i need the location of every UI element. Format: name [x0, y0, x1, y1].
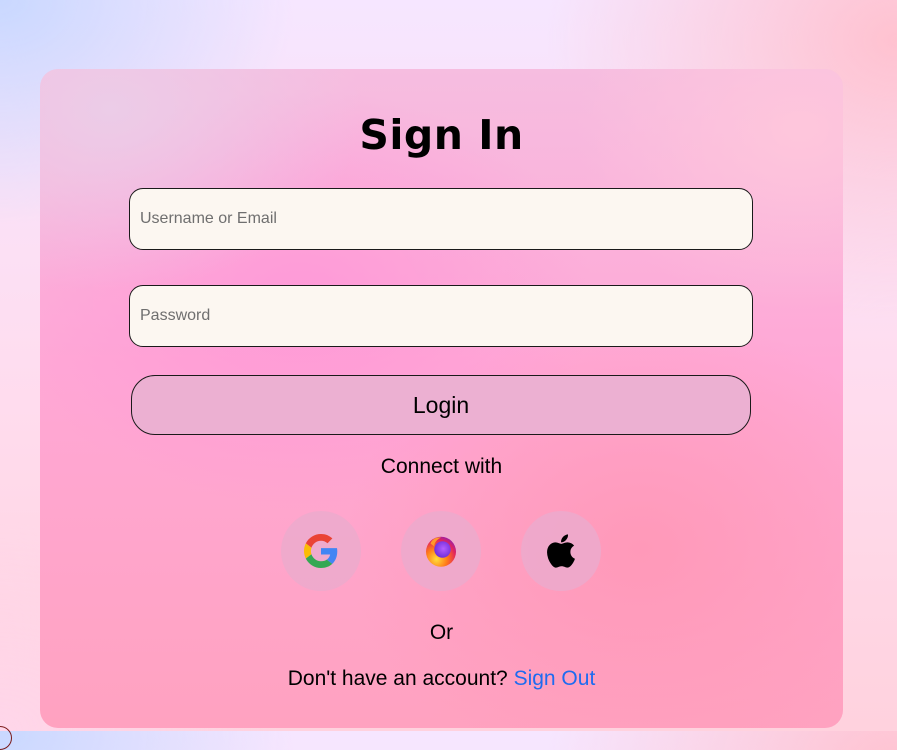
apple-signin-button[interactable]	[521, 511, 601, 591]
google-icon	[304, 534, 338, 568]
password-input[interactable]	[129, 285, 753, 347]
signup-prompt: Don't have an account? Sign Out	[40, 667, 843, 691]
login-button[interactable]: Login	[131, 375, 751, 435]
firefox-icon	[426, 536, 456, 567]
google-signin-button[interactable]	[281, 511, 361, 591]
sign-out-link[interactable]: Sign Out	[514, 667, 596, 690]
page-title: Sign In	[359, 111, 524, 159]
sign-in-card: Sign In Login Connect with	[40, 69, 843, 728]
firefox-signin-button[interactable]	[401, 511, 481, 591]
divider-or: Or	[429, 621, 454, 644]
username-input[interactable]	[129, 188, 753, 250]
signup-prompt-text: Don't have an account?	[287, 667, 508, 690]
apple-icon	[547, 534, 575, 568]
corner-circle-icon	[0, 726, 12, 750]
connect-with-label: Connect with	[380, 455, 503, 478]
